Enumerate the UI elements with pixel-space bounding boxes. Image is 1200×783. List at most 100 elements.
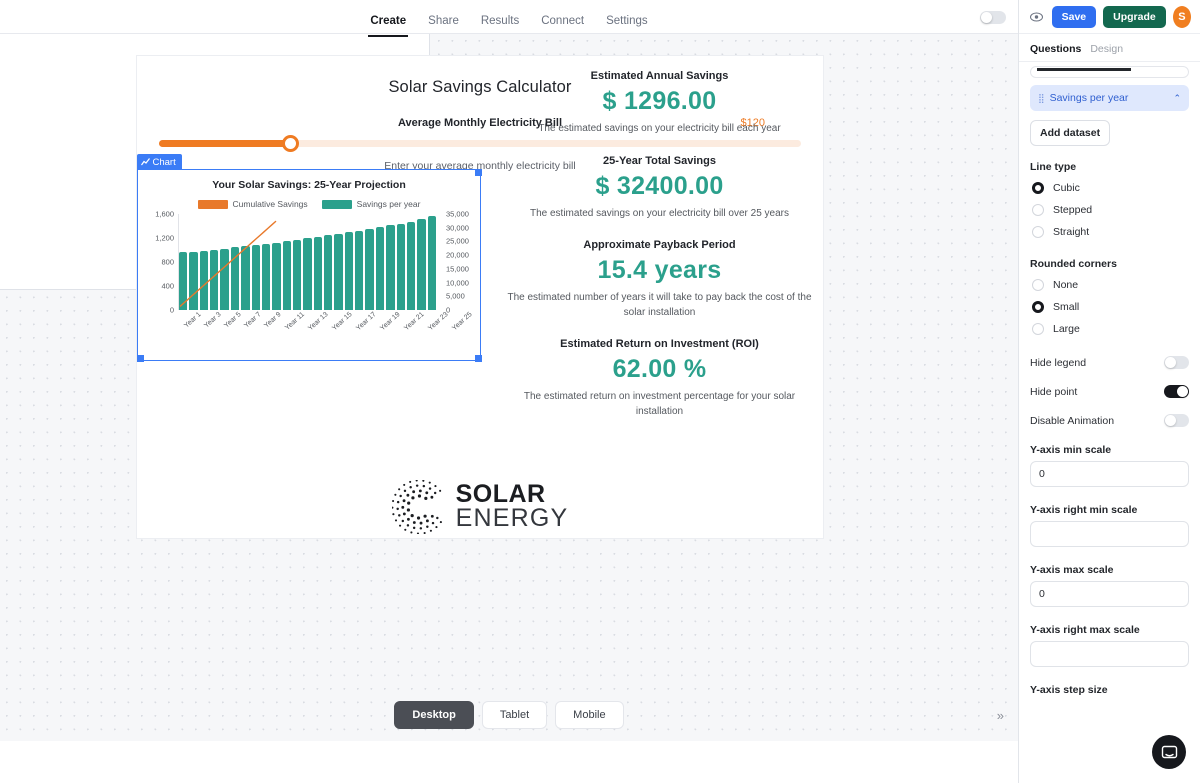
device-button-desktop[interactable]: Desktop — [394, 701, 474, 729]
chevron-up-icon[interactable]: ⌃ — [1173, 93, 1181, 104]
metric-description: The estimated return on investment perce… — [523, 391, 796, 417]
panel-tabs: Questions Design — [1019, 34, 1200, 62]
logo-line-2: ENERGY — [455, 504, 569, 532]
radio-label: Large — [1053, 323, 1080, 335]
chart-element[interactable]: Chart Your Solar Savings: 25-Year Projec… — [136, 154, 482, 362]
x-tick-label: Year 25 — [450, 311, 474, 333]
form-preview-card: Solar Savings Calculator Average Monthly… — [136, 55, 824, 539]
radio-line-type-stepped[interactable]: Stepped — [1030, 199, 1189, 221]
upgrade-button[interactable]: Upgrade — [1103, 5, 1166, 28]
chart-bar — [386, 225, 395, 310]
legend-item-savings-per-year[interactable]: Savings per year — [321, 199, 420, 209]
radio-label: Straight — [1053, 226, 1090, 238]
resize-handle-bottom-left[interactable] — [136, 354, 144, 362]
legend-item-cumulative-savings[interactable]: Cumulative Savings — [197, 199, 308, 209]
radio-icon[interactable] — [1032, 204, 1044, 216]
main-nav: Create Share Results Connect Settings — [368, 0, 648, 37]
radio-icon[interactable] — [1032, 226, 1044, 238]
preview-eye-icon[interactable] — [1028, 7, 1045, 27]
x-tick-label: Year 17 — [355, 311, 378, 333]
chart-plot-area: 0 400 800 1,200 1,600 0 5,000 10,000 15,000 20,0… — [138, 210, 480, 333]
radio-corners-large[interactable]: Large — [1030, 318, 1189, 340]
chart-bar — [365, 229, 374, 310]
legend-label-cumulative: Cumulative Savings — [232, 199, 308, 209]
input-y-axis-min-scale[interactable] — [1030, 461, 1189, 487]
drag-handle-icon[interactable]: ⣿ — [1038, 93, 1045, 104]
radio-icon[interactable] — [1032, 301, 1044, 313]
input-y-axis-max-scale[interactable] — [1030, 581, 1189, 607]
tab-design[interactable]: Design — [1090, 43, 1123, 55]
nav-item-create[interactable]: Create — [368, 15, 408, 37]
dataset-item-savings-per-year[interactable]: ⣿ Savings per year ⌃ — [1030, 85, 1189, 111]
chart-bar — [334, 233, 343, 310]
y-tick-right: 35,000 — [446, 209, 469, 219]
radio-line-type-cubic[interactable]: Cubic — [1030, 177, 1189, 199]
editor-canvas: Solar Savings Calculator Average Monthly… — [0, 34, 1018, 741]
radio-label: Cubic — [1053, 182, 1080, 194]
y-tick-left: 400 — [161, 281, 174, 291]
nav-item-results[interactable]: Results — [481, 15, 519, 37]
radio-icon[interactable] — [1032, 279, 1044, 291]
radio-icon[interactable] — [1032, 323, 1044, 335]
metric-label: Estimated Return on Investment (ROI) — [560, 338, 759, 350]
metric-roi: Estimated Return on Investment (ROI) 62.… — [497, 338, 822, 419]
metric-value: 15.4 years — [597, 256, 722, 284]
toggle-row-hide-point: Hide point — [1030, 385, 1189, 398]
metric-description: The estimated savings on your electricit… — [529, 207, 789, 219]
y-axis-left: 0 400 800 1,200 1,600 — [140, 210, 174, 315]
chart-legend: Cumulative Savings Savings per year — [138, 199, 480, 209]
rounded-corners-group-label: Rounded corners — [1030, 258, 1117, 270]
intercom-chat-button[interactable] — [1152, 735, 1186, 769]
radio-corners-small[interactable]: Small — [1030, 296, 1189, 318]
chart-selection-tag[interactable]: Chart — [136, 154, 182, 170]
nav-item-connect[interactable]: Connect — [541, 15, 584, 37]
x-tick-label: Year 23 — [426, 311, 450, 333]
radio-line-type-straight[interactable]: Straight — [1030, 221, 1189, 243]
device-button-tablet[interactable]: Tablet — [481, 701, 548, 729]
label-y-axis-right-max-scale: Y-axis right max scale — [1030, 624, 1140, 636]
chart-bar — [417, 219, 426, 310]
radio-corners-none[interactable]: None — [1030, 274, 1189, 296]
device-button-mobile[interactable]: Mobile — [555, 701, 624, 729]
toggle-row-disable-animation: Disable Animation — [1030, 414, 1189, 427]
slider-handle[interactable] — [281, 135, 299, 152]
x-tick-label: Year 15 — [331, 311, 354, 333]
metric-label: Approximate Payback Period — [583, 239, 736, 251]
metric-description: The estimated savings on your electricit… — [538, 123, 781, 134]
label-y-axis-right-min-scale: Y-axis right min scale — [1030, 504, 1138, 516]
x-tick-label: Year 9 — [263, 311, 283, 330]
resize-handle-top-right[interactable] — [474, 168, 482, 176]
toggle-hide-legend[interactable] — [1164, 356, 1189, 369]
line-series — [178, 214, 278, 310]
y-axis-right: 0 5,000 10,000 15,000 20,000 25,000 30,000 35,0… — [446, 210, 480, 315]
chart-bar — [396, 223, 405, 310]
metric-value: 62.00 % — [612, 355, 707, 383]
resize-handle-bottom-right[interactable] — [474, 354, 482, 362]
save-button[interactable]: Save — [1051, 5, 1097, 28]
dataset-item-clipped[interactable] — [1030, 66, 1189, 78]
chart-bar — [427, 216, 436, 310]
radio-icon[interactable] — [1032, 182, 1044, 194]
input-y-axis-right-min-scale[interactable] — [1030, 521, 1189, 547]
toggle-disable-animation[interactable] — [1164, 414, 1189, 427]
nav-item-settings[interactable]: Settings — [606, 15, 648, 37]
nav-item-share[interactable]: Share — [428, 15, 459, 37]
collapse-panel-button[interactable]: » — [997, 708, 1004, 723]
chart-bar — [355, 230, 364, 310]
add-dataset-button[interactable]: Add dataset — [1030, 120, 1111, 146]
toggle-hide-point[interactable] — [1164, 385, 1189, 398]
chart-bar — [303, 238, 312, 310]
input-y-axis-right-max-scale[interactable] — [1030, 641, 1189, 667]
chart-icon — [140, 158, 150, 166]
preview-mode-toggle[interactable] — [980, 11, 1006, 24]
y-tick-right: 25,000 — [446, 236, 469, 246]
user-avatar[interactable]: S — [1172, 5, 1191, 28]
top-navigation-bar: Create Share Results Connect Settings — [0, 0, 1018, 37]
metric-label: 25-Year Total Savings — [603, 154, 716, 167]
chart-bar — [282, 241, 291, 310]
toggle-row-hide-legend: Hide legend — [1030, 356, 1189, 369]
logo-text: SOLAR ENERGY — [455, 482, 569, 532]
tab-questions[interactable]: Questions — [1030, 43, 1081, 55]
metric-total-savings: 25-Year Total Savings $ 32400.00 The est… — [497, 155, 822, 222]
panel-content: ⣿ Savings per year ⌃ Add dataset Line ty… — [1019, 66, 1200, 696]
